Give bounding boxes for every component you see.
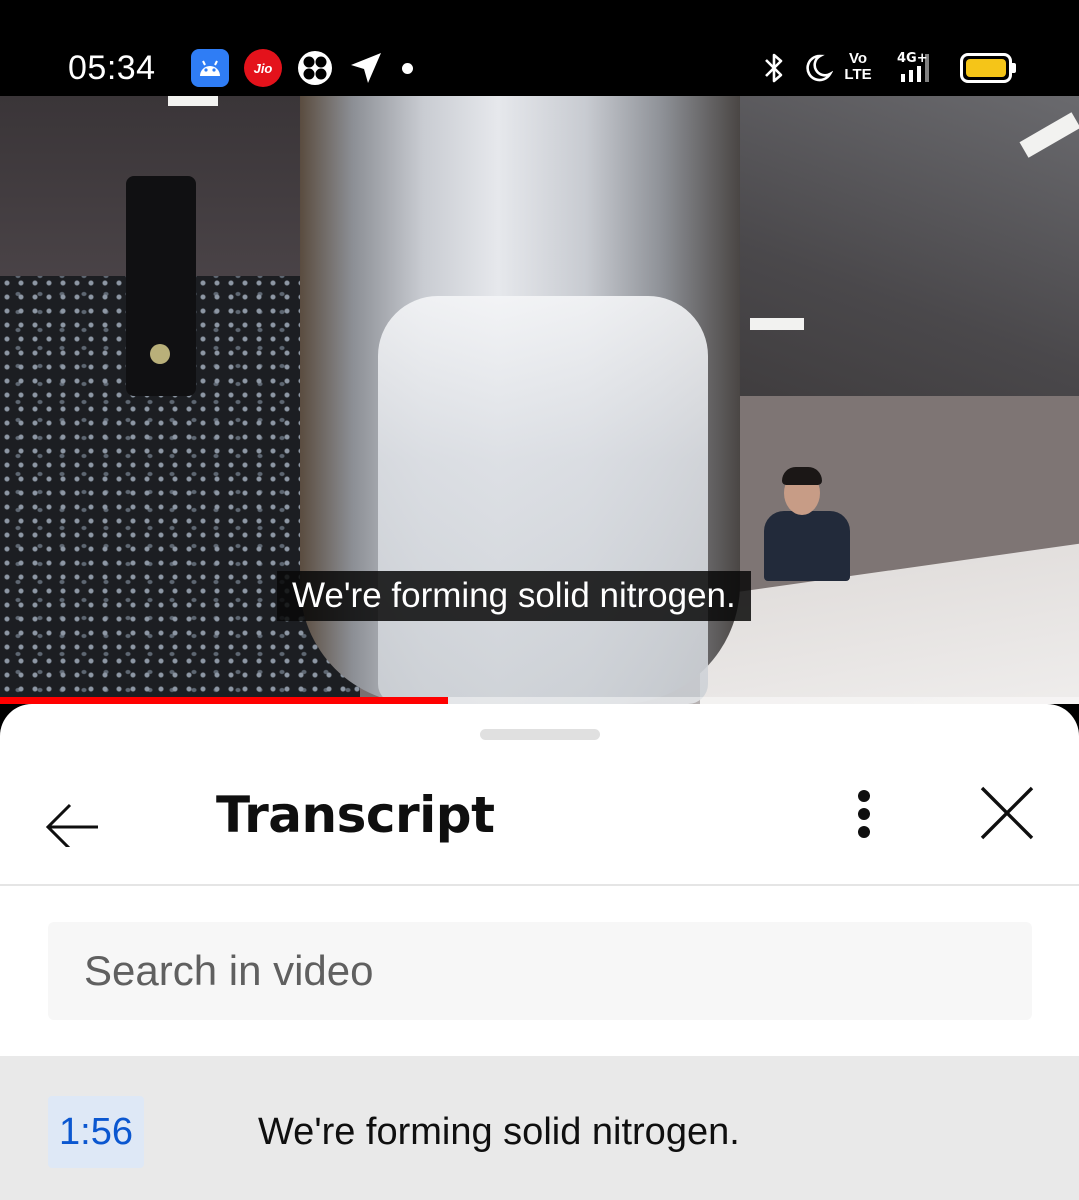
android-icon [191, 49, 229, 87]
jio-label: Jio [253, 60, 273, 76]
status-bar: 05:34 Jio Vo LTE 4G+ [0, 0, 1079, 96]
search-input[interactable] [48, 922, 1032, 1020]
volte-top-label: Vo [848, 50, 868, 67]
transcript-sheet: Transcript 1:56 We're forming solid nitr… [0, 704, 1079, 1200]
close-button[interactable] [972, 778, 1042, 848]
video-scene-light [750, 318, 804, 330]
segment-timestamp[interactable]: 1:56 [48, 1096, 144, 1168]
drag-handle[interactable] [480, 729, 600, 740]
video-scene-clamp [126, 176, 196, 396]
more-options-button[interactable] [836, 784, 892, 844]
signal-icon: 4G+ [893, 48, 935, 86]
dot-icon [402, 63, 413, 74]
sheet-header: Transcript [0, 764, 1079, 884]
volte-icon: Vo LTE [840, 48, 876, 86]
video-player[interactable]: We're forming solid nitrogen. [0, 96, 1079, 704]
network-type-label: 4G+ [897, 51, 928, 66]
close-icon [980, 786, 1034, 840]
moon-icon [803, 49, 833, 87]
arrow-left-icon [45, 803, 98, 851]
transcript-segment[interactable]: 1:56 We're forming solid nitrogen. [0, 1056, 1079, 1200]
video-scene-person [760, 467, 850, 581]
navigation-arrow-icon [348, 50, 384, 86]
video-scene-light [168, 96, 218, 106]
video-scene-frost [378, 296, 708, 704]
sheet-title: Transcript [216, 786, 495, 844]
video-progress-fill [0, 697, 448, 704]
more-vertical-icon [858, 790, 870, 838]
battery-icon [960, 53, 1016, 83]
bluetooth-icon [760, 49, 788, 87]
battery-fill [966, 59, 1006, 77]
header-divider [0, 884, 1079, 886]
jio-icon: Jio [244, 49, 282, 87]
video-progress-bar[interactable] [0, 697, 1079, 704]
segment-text: We're forming solid nitrogen. [258, 1111, 740, 1153]
status-time: 05:34 [68, 49, 156, 87]
volte-bottom-label: LTE [844, 66, 872, 83]
fan-icon [296, 49, 334, 87]
search-box [48, 922, 1032, 1020]
back-button[interactable] [40, 781, 106, 851]
video-caption: We're forming solid nitrogen. [277, 571, 751, 621]
